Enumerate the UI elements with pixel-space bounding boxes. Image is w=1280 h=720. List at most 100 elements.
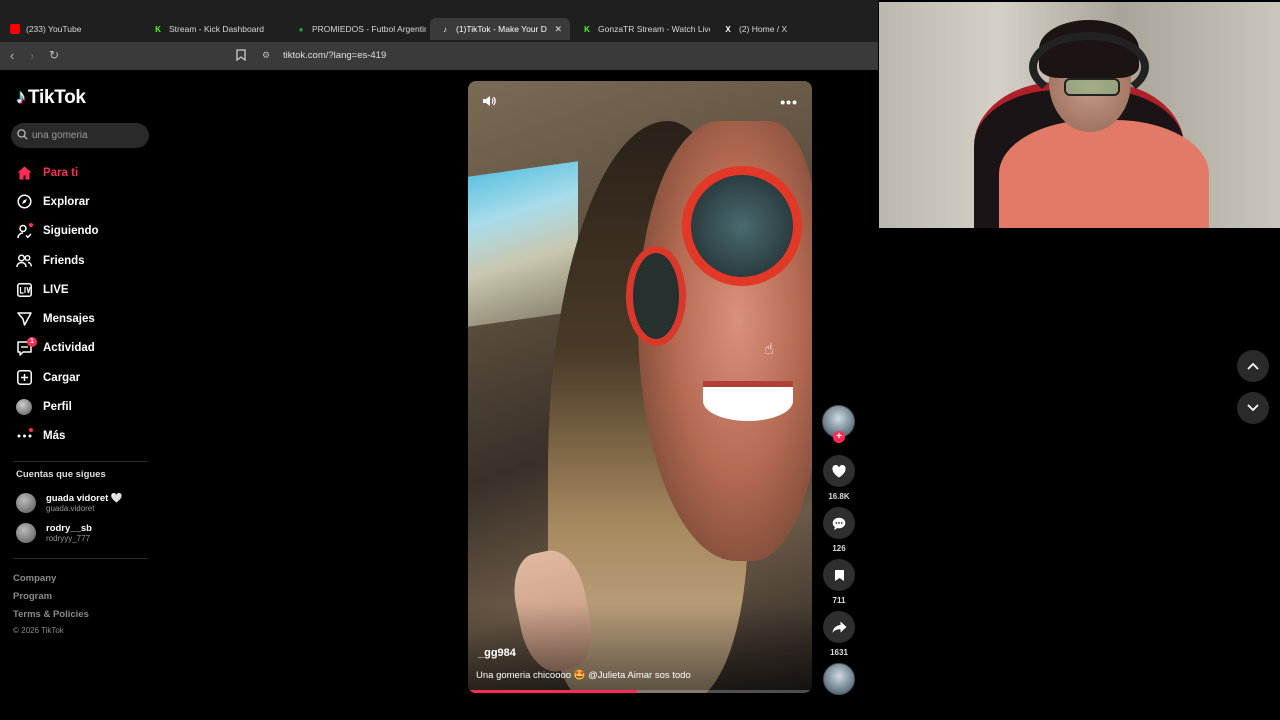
- tab-title: (2) Home / X: [739, 24, 788, 34]
- live-icon: [16, 282, 32, 298]
- tiktok-logo[interactable]: ♪ TikTok: [16, 86, 86, 109]
- following-title: Cuentas que sigues: [16, 469, 106, 480]
- followed-account[interactable]: rodry__sb rodryyy_777: [16, 523, 92, 543]
- site-info-icon[interactable]: ⚙: [262, 50, 270, 61]
- search-input[interactable]: [32, 130, 142, 141]
- notification-dot: [29, 427, 33, 432]
- browser-address-bar: ‹ › ↻ ⚙ tiktok.com/?lang=es-419: [0, 42, 878, 70]
- sidebar-item-parati[interactable]: Para ti: [16, 158, 99, 187]
- share-count: 1631: [830, 648, 848, 657]
- sidebar-item-friends[interactable]: Friends: [16, 246, 99, 275]
- browser-tab[interactable]: K Stream - Kick Dashboard: [143, 18, 283, 40]
- chevron-up-icon: [1247, 362, 1259, 370]
- footer-link-terms[interactable]: Terms & Policies: [13, 609, 89, 627]
- back-icon[interactable]: ‹: [10, 48, 14, 63]
- cam-glasses: [1064, 78, 1120, 96]
- reload-icon[interactable]: ↻: [49, 48, 59, 62]
- sidebar-item-perfil[interactable]: Perfil: [16, 392, 99, 421]
- sidebar-item-label: Siguiendo: [43, 225, 99, 238]
- browser-tab-bar: (233) YouTube K Stream - Kick Dashboard ● PR…: [0, 0, 878, 42]
- cam-person-shirt: [999, 120, 1209, 228]
- comment-button[interactable]: [823, 507, 855, 539]
- upload-icon: [16, 370, 32, 386]
- comment-icon: [832, 517, 846, 530]
- followed-account[interactable]: guada vidoret 🤍 guada.vidoret: [16, 493, 123, 513]
- share-icon: [832, 621, 846, 633]
- account-username: rodryyy_777: [46, 534, 91, 543]
- tiktok-note-icon: ♪: [16, 86, 26, 108]
- more-options-icon[interactable]: •••: [780, 94, 798, 110]
- webcam-overlay: [879, 2, 1280, 228]
- sidebar-item-cargar[interactable]: Cargar: [16, 363, 99, 392]
- divider: [13, 558, 148, 559]
- divider: [13, 461, 148, 462]
- sidebar-item-label: LIVE: [43, 283, 69, 296]
- video-scene-sunglasses: [682, 166, 802, 286]
- compass-icon: [16, 194, 32, 210]
- chevron-down-icon: [1247, 404, 1259, 412]
- sidebar-item-label: Mensajes: [43, 313, 95, 326]
- share-button[interactable]: [823, 611, 855, 643]
- like-count: 16.8K: [828, 492, 850, 501]
- video-player[interactable]: ••• _gg984 Una gomeria chicoooo 🤩 @Julie…: [468, 81, 812, 693]
- sidebar-item-label: Cargar: [43, 371, 81, 384]
- sidebar-item-label: Explorar: [43, 195, 90, 208]
- notification-dot: [29, 222, 33, 227]
- footer-link-program[interactable]: Program: [13, 591, 89, 609]
- next-video-button[interactable]: [1237, 392, 1269, 424]
- home-icon: [16, 165, 32, 181]
- close-tab-icon[interactable]: ✕: [554, 24, 562, 35]
- forward-icon[interactable]: ›: [30, 48, 34, 63]
- heart-icon: [832, 464, 846, 477]
- sidebar-item-ms[interactable]: Más: [16, 422, 99, 451]
- sidebar-item-live[interactable]: LIVE: [16, 275, 99, 304]
- browser-tab[interactable]: ● PROMIEDOS - Futbol Argentin: [286, 18, 426, 40]
- footer-link-company[interactable]: Company: [13, 573, 89, 591]
- sidebar-item-siguiendo[interactable]: Siguiendo: [16, 217, 99, 246]
- tiktok-icon: ♪: [443, 24, 447, 34]
- tab-title: (233) YouTube: [26, 24, 82, 34]
- promiedos-icon: ●: [298, 24, 304, 34]
- save-button[interactable]: [823, 559, 855, 591]
- save-count: 711: [832, 596, 846, 605]
- video-progress-bar[interactable]: [468, 690, 812, 693]
- follow-plus-icon[interactable]: +: [833, 431, 845, 443]
- previous-video-button[interactable]: [1237, 350, 1269, 382]
- browser-tab[interactable]: (233) YouTube: [0, 18, 140, 40]
- bookmark-icon[interactable]: [236, 48, 246, 66]
- kick-icon: K: [584, 24, 590, 34]
- tab-title: GonzaTR Stream - Watch Live ·: [598, 24, 710, 34]
- sidebar-nav: Para ti Explorar Siguiendo Friends LIVE Mensa…: [16, 158, 99, 451]
- account-username: guada.vidoret: [46, 504, 95, 513]
- video-scene-window: [468, 161, 578, 327]
- tab-title: Stream - Kick Dashboard: [169, 24, 264, 34]
- cursor-hand-icon: ☝: [764, 341, 774, 358]
- avatar: [16, 493, 36, 513]
- sidebar-item-mensajes[interactable]: Mensajes: [16, 304, 99, 333]
- comment-count: 126: [832, 544, 846, 553]
- sidebar-item-label: Actividad: [43, 342, 95, 355]
- profile-avatar: [16, 399, 32, 416]
- tab-title: PROMIEDOS - Futbol Argentin: [312, 24, 426, 34]
- video-author[interactable]: _gg984: [478, 647, 516, 659]
- sidebar-item-actividad[interactable]: Actividad 1: [16, 334, 99, 363]
- like-button[interactable]: [823, 455, 855, 487]
- avatar: [16, 523, 36, 543]
- sidebar-item-explorar[interactable]: Explorar: [16, 187, 99, 216]
- bookmark-icon: [834, 569, 844, 581]
- kick-icon: K: [155, 24, 161, 34]
- logo-text: TikTok: [28, 86, 86, 108]
- footer-links: Company Program Terms & Policies: [13, 573, 89, 627]
- url-field[interactable]: tiktok.com/?lang=es-419: [283, 50, 386, 61]
- volume-icon[interactable]: [482, 94, 497, 113]
- tab-title: (1)TikTok - Make Your D: [456, 24, 547, 34]
- sound-avatar[interactable]: [823, 663, 855, 695]
- browser-tab[interactable]: K GonzaTR Stream - Watch Live ·: [572, 18, 710, 40]
- x-icon: X: [725, 24, 731, 34]
- account-name: guada vidoret 🤍: [46, 493, 123, 504]
- browser-tab[interactable]: X (2) Home / X: [713, 18, 853, 40]
- sidebar-item-label: Perfil: [43, 401, 72, 414]
- sidebar-item-label: Para ti: [43, 166, 79, 179]
- browser-tab[interactable]: ♪ (1)TikTok - Make Your D ✕: [430, 18, 570, 40]
- search-box[interactable]: [11, 123, 149, 148]
